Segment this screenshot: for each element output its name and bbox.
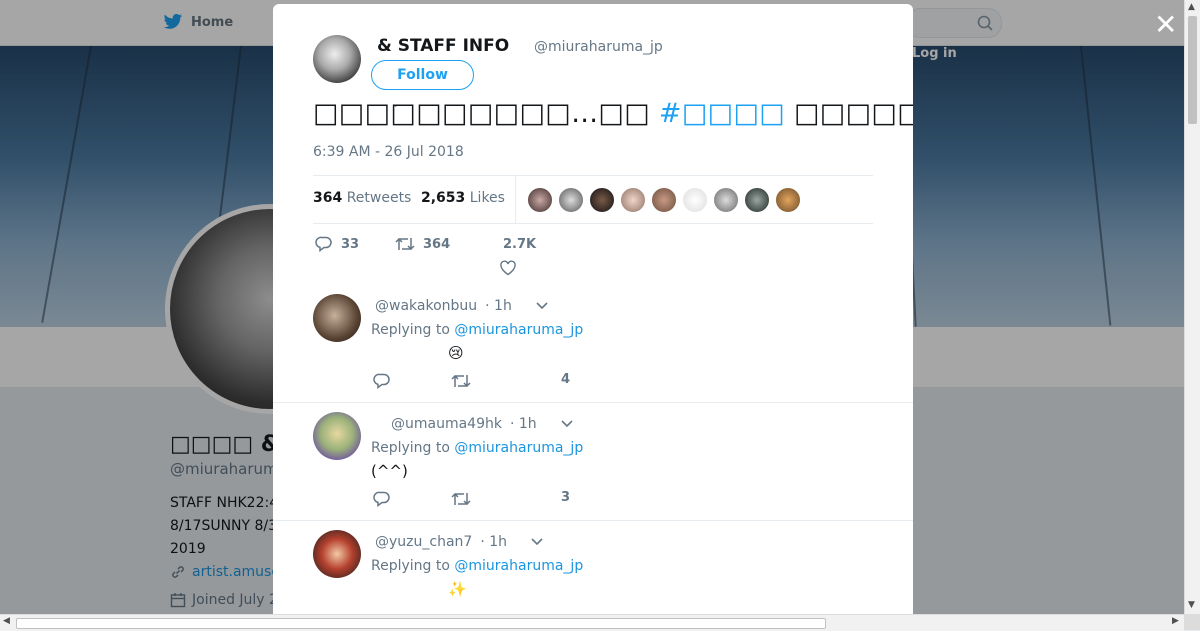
reply-author-avatar[interactable] bbox=[313, 530, 361, 578]
reply-icon[interactable] bbox=[373, 372, 391, 390]
replying-to-label: Replying to bbox=[371, 440, 450, 456]
tweet-modal: & STAFF INFO @miuraharuma_jp Follow ⌄ □□… bbox=[273, 4, 913, 614]
reply-header: @yuzu_chan7 · 1h bbox=[375, 534, 543, 550]
reply-icon bbox=[315, 235, 333, 253]
scrollbar-corner bbox=[1184, 614, 1200, 630]
reply-like-count: 4 bbox=[561, 372, 571, 387]
retweet-icon[interactable] bbox=[451, 490, 471, 508]
tweet-hashtag[interactable]: #□□□□ bbox=[659, 98, 785, 129]
like-count: 2.7K bbox=[503, 237, 537, 252]
replying-to-link[interactable]: @miuraharuma_jp bbox=[454, 322, 583, 338]
reply-button[interactable]: 33 bbox=[315, 235, 359, 253]
reply-tweet[interactable]: @wakakonbuu · 1h Replying to @miuraharum… bbox=[273, 284, 913, 403]
replying-to-link[interactable]: @miuraharuma_jp bbox=[454, 440, 583, 456]
scroll-right-arrow[interactable]: ▶ bbox=[1172, 616, 1179, 626]
liker-avatars bbox=[527, 187, 801, 213]
retweets-stat[interactable]: 364 Retweets bbox=[313, 190, 411, 206]
replying-to-label: Replying to bbox=[371, 558, 450, 574]
retweets-stat-count: 364 bbox=[313, 190, 343, 206]
tweet-author-avatar[interactable] bbox=[313, 35, 361, 83]
reply-text: (^^) bbox=[371, 462, 408, 480]
liker-avatar[interactable] bbox=[713, 187, 739, 213]
reply-time[interactable]: · 1h bbox=[510, 416, 537, 432]
reply-actions: 4 bbox=[371, 372, 891, 400]
reply-time[interactable]: · 1h bbox=[485, 298, 512, 314]
scroll-down-arrow[interactable]: ▼ bbox=[1188, 600, 1195, 610]
reply-icon[interactable] bbox=[373, 490, 391, 508]
reply-tweet[interactable]: @yuzu_chan7 · 1h Replying to @miuraharum… bbox=[273, 520, 913, 614]
likes-stat-count: 2,653 bbox=[421, 190, 466, 206]
liker-avatar[interactable] bbox=[651, 187, 677, 213]
tweet-text: □□□□□□□□□□…□□ #□□□□ □□□□□□□□□□□□□□□□□□□□… bbox=[313, 98, 913, 129]
liker-avatar[interactable] bbox=[589, 187, 615, 213]
heart-icon[interactable] bbox=[499, 259, 517, 277]
reply-actions: 3 bbox=[371, 490, 891, 518]
reply-author-handle[interactable]: @umauma49hk bbox=[391, 416, 502, 432]
replying-to-link[interactable]: @miuraharuma_jp bbox=[454, 558, 583, 574]
reply-context: Replying to @miuraharuma_jp bbox=[371, 440, 583, 456]
liker-avatar[interactable] bbox=[620, 187, 646, 213]
tweet-text-start: □□□□□□□□□□…□□ bbox=[313, 98, 651, 129]
tweet-author-handle[interactable]: @miuraharuma_jp bbox=[534, 39, 663, 55]
reply-author-handle[interactable]: @yuzu_chan7 bbox=[375, 534, 472, 550]
retweet-icon bbox=[395, 235, 415, 253]
liker-avatar[interactable] bbox=[527, 187, 553, 213]
retweet-icon[interactable] bbox=[451, 372, 471, 390]
vertical-scrollbar[interactable]: ▲ ▼ bbox=[1184, 0, 1200, 614]
horizontal-scrollbar[interactable]: ◀ ▶ bbox=[0, 614, 1184, 631]
chevron-down-icon[interactable] bbox=[531, 538, 543, 546]
vertical-scroll-thumb[interactable] bbox=[1188, 16, 1197, 124]
liker-avatar[interactable] bbox=[775, 187, 801, 213]
scroll-up-arrow[interactable]: ▲ bbox=[1188, 2, 1195, 12]
retweet-button[interactable]: 364 bbox=[395, 235, 450, 253]
liker-avatar[interactable] bbox=[558, 187, 584, 213]
scroll-left-arrow[interactable]: ◀ bbox=[3, 616, 10, 626]
reply-header: @wakakonbuu · 1h bbox=[375, 298, 548, 314]
reply-author-avatar[interactable] bbox=[313, 294, 361, 342]
reply-header: @umauma49hk · 1h bbox=[391, 416, 573, 432]
reply-author-handle[interactable]: @wakakonbuu bbox=[375, 298, 477, 314]
tweet-actions: 33 364 2.7K bbox=[313, 233, 873, 277]
follow-button[interactable]: Follow bbox=[371, 60, 474, 90]
likes-stat-label: Likes bbox=[469, 190, 505, 206]
reply-author-avatar[interactable] bbox=[313, 412, 361, 460]
reply-context: Replying to @miuraharuma_jp bbox=[371, 558, 583, 574]
liker-avatar[interactable] bbox=[744, 187, 770, 213]
reply-context: Replying to @miuraharuma_jp bbox=[371, 322, 583, 338]
chevron-down-icon[interactable] bbox=[536, 302, 548, 310]
retweets-stat-label: Retweets bbox=[346, 190, 412, 206]
liker-avatar[interactable] bbox=[682, 187, 708, 213]
reply-tweet[interactable]: @umauma49hk · 1h Replying to @miuraharum… bbox=[273, 402, 913, 521]
replying-to-label: Replying to bbox=[371, 322, 450, 338]
stats-divider bbox=[515, 176, 516, 223]
chevron-down-icon[interactable] bbox=[561, 420, 573, 428]
reply-like-count: 3 bbox=[561, 490, 571, 505]
reply-time[interactable]: · 1h bbox=[480, 534, 507, 550]
tweet-text-end: □□□□□□□□□□□□□□□□□□□□□□□□□□□□□□□□□ bbox=[793, 98, 913, 129]
tweet-stats: 364 Retweets 2,653 Likes bbox=[313, 175, 873, 224]
horizontal-scroll-thumb[interactable] bbox=[16, 618, 826, 629]
likes-stat[interactable]: 2,653 Likes bbox=[421, 190, 505, 206]
tweet-author-name[interactable]: & STAFF INFO bbox=[377, 36, 509, 56]
reply-text: ✨ bbox=[448, 580, 467, 598]
retweet-count: 364 bbox=[423, 236, 451, 252]
close-icon[interactable]: ✕ bbox=[1154, 11, 1177, 39]
tweet-timestamp[interactable]: 6:39 AM - 26 Jul 2018 bbox=[313, 144, 464, 160]
reply-count: 33 bbox=[341, 236, 360, 252]
reply-text: 😢 bbox=[448, 344, 464, 362]
